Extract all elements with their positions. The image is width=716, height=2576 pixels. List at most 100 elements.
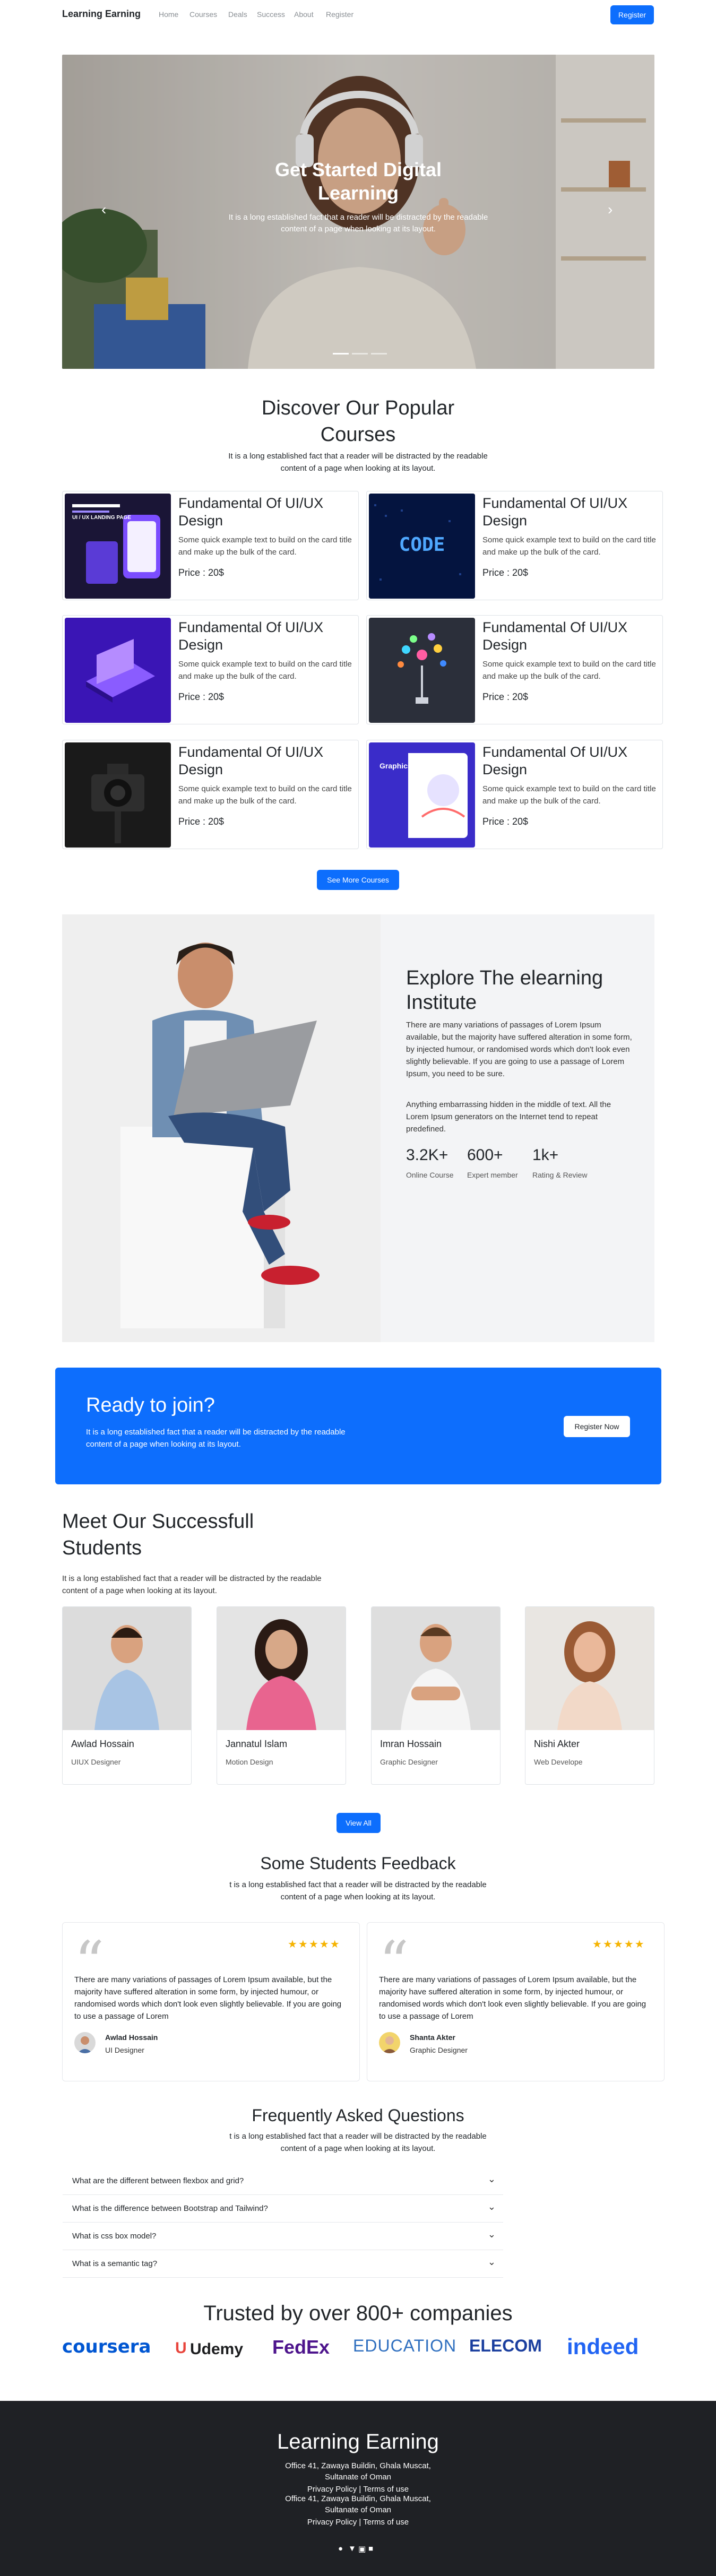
avatar: [379, 2032, 400, 2053]
indeed-logo: indeed: [567, 2334, 639, 2359]
course-card[interactable]: Fundamental Of UI/UX Design Some quick e…: [62, 615, 359, 724]
course-text: Some quick example text to build on the …: [178, 784, 352, 806]
footer-address-line-2: Sultanate of Oman: [324, 2473, 392, 2482]
nav-link-success[interactable]: Success: [257, 10, 285, 19]
student-card[interactable]: Imran Hossain Graphic Designer: [371, 1606, 501, 1785]
chevron-down-icon[interactable]: ⌄: [488, 2201, 496, 2212]
view-all-button[interactable]: View All: [337, 1813, 381, 1833]
faq-item[interactable]: What are the different between flexbox a…: [63, 2167, 503, 2195]
faq-item[interactable]: What is the difference between Bootstrap…: [63, 2195, 503, 2223]
explore-title: Explore The elearning Institute: [406, 967, 603, 1014]
feedback-role: UI Designer: [105, 2046, 144, 2054]
feedback-name: Shanta Akter: [410, 2033, 455, 2042]
facebook-icon[interactable]: ●: [338, 2544, 343, 2553]
courses-title: Discover Our Popular Courses: [0, 395, 716, 448]
cta-title: Ready to join?: [86, 1394, 215, 1416]
feedback-title: Some Students Feedback: [260, 1854, 456, 1873]
feedback-role: Graphic Designer: [410, 2046, 468, 2054]
brand-logo[interactable]: Learning Earning: [62, 8, 141, 20]
course-image: CODE: [369, 494, 475, 599]
course-price: Price : 20$: [178, 567, 225, 578]
coursera-logo: coursera: [62, 2336, 151, 2357]
stat-online-course-label: Online Course: [406, 1171, 454, 1179]
stat-rating-number: 1k+: [532, 1146, 559, 1164]
faq-title: Frequently Asked Questions: [252, 2106, 464, 2125]
feedback-subtitle: t is a long established fact that a read…: [0, 1879, 716, 1903]
student-photo: [217, 1607, 346, 1730]
student-role: UIUX Designer: [71, 1758, 121, 1766]
chevron-down-icon[interactable]: ⌄: [488, 2257, 496, 2268]
student-role: Graphic Designer: [380, 1758, 438, 1766]
course-text: Some quick example text to build on the …: [482, 784, 656, 806]
course-image-text: Graphics: [379, 762, 412, 770]
course-image-text: UI / UX LANDING PAGE: [72, 515, 131, 521]
chevron-down-icon[interactable]: ⌄: [488, 2229, 496, 2240]
carousel-indicator-1[interactable]: [333, 353, 349, 355]
education-logo: EDUCATION: [353, 2336, 457, 2355]
courses-subtitle-line-1: It is a long established fact that a rea…: [228, 452, 488, 461]
carousel-indicator-3[interactable]: [371, 353, 387, 355]
courses-title-line-1: Discover Our Popular: [261, 397, 455, 419]
nav-link-register[interactable]: Register: [326, 10, 353, 19]
feedback-text: There are many variations of passages of…: [74, 1975, 342, 2021]
twitter-icon[interactable]: ▼: [348, 2544, 356, 2553]
explore-image: [62, 914, 381, 1342]
course-price: Price : 20$: [178, 691, 225, 702]
student-card[interactable]: Jannatul Islam Motion Design: [217, 1606, 346, 1785]
chevron-down-icon[interactable]: ⌄: [488, 2174, 496, 2185]
hero-title-line-2: Learning: [317, 182, 399, 204]
register-now-button[interactable]: Register Now: [564, 1416, 630, 1437]
footer-address-line-1-repeat: Office 41, Zawaya Buildin, Ghala Muscat,: [285, 2494, 431, 2503]
nav-link-courses[interactable]: Courses: [189, 10, 217, 19]
cta-banner: Ready to join? It is a long established …: [55, 1368, 661, 1484]
course-card[interactable]: CODE Fundamental Of UI/UX Design Some qu…: [366, 491, 663, 600]
course-text: Some quick example text to build on the …: [482, 535, 656, 557]
courses-subtitle-line-2: content of a page when looking at its la…: [280, 464, 436, 473]
chevron-left-icon[interactable]: ‹: [101, 201, 106, 218]
stat-rating-label: Rating & Review: [532, 1171, 588, 1179]
stat-online-course-number: 3.2K+: [406, 1146, 448, 1164]
course-card[interactable]: Fundamental Of UI/UX Design Some quick e…: [366, 615, 663, 724]
avatar: [74, 2032, 96, 2053]
nav-link-home[interactable]: Home: [159, 10, 178, 19]
course-price: Price : 20$: [482, 816, 529, 827]
linkedin-icon[interactable]: ■: [368, 2544, 373, 2553]
faq-subtitle-line-2: content of a page when looking at its la…: [280, 2144, 436, 2153]
nav-link-about[interactable]: About: [294, 10, 314, 19]
carousel-indicator-2[interactable]: [352, 353, 368, 355]
course-card[interactable]: Fundamental Of UI/UX Design Some quick e…: [62, 740, 359, 849]
nav-link-deals[interactable]: Deals: [228, 10, 247, 19]
course-title: Fundamental Of UI/UX Design: [178, 619, 324, 653]
hero-title: Get Started Digital Learning: [62, 158, 654, 205]
student-photo: [372, 1607, 500, 1730]
hero-title-line-1: Get Started Digital: [274, 159, 442, 180]
student-card[interactable]: Nishi Akter Web Develope: [525, 1606, 654, 1785]
student-card[interactable]: Awlad Hossain UIUX Designer: [62, 1606, 192, 1785]
course-image: [369, 618, 475, 723]
faq-item[interactable]: What is css box model? ⌄: [63, 2223, 503, 2250]
chevron-right-icon[interactable]: ›: [608, 201, 613, 218]
footer-links-repeat[interactable]: Privacy Policy | Terms of use: [0, 2517, 716, 2528]
rating-stars-icon: ★★★★★: [288, 1939, 341, 1950]
student-name: Awlad Hossain: [71, 1739, 134, 1749]
faq-item[interactable]: What is a semantic tag? ⌄: [63, 2250, 503, 2278]
course-title: Fundamental Of UI/UX Design: [482, 744, 628, 777]
student-name: Jannatul Islam: [226, 1739, 288, 1749]
instagram-icon[interactable]: ▣: [358, 2544, 366, 2554]
elecom-logo: ELECOM: [469, 2336, 542, 2355]
feedback-card: “ ★★★★★ There are many variations of pas…: [367, 1922, 665, 2081]
trusted-title: Trusted by over 800+ companies: [203, 2302, 513, 2325]
course-card[interactable]: Graphics Fundamental Of UI/UX Design Som…: [366, 740, 663, 849]
explore-paragraph-2: Anything embarrassing hidden in the midd…: [406, 1100, 611, 1134]
course-title: Fundamental Of UI/UX Design: [482, 619, 628, 653]
explore-paragraph-1: There are many variations of passages of…: [406, 1021, 632, 1078]
register-button[interactable]: Register: [610, 5, 654, 24]
footer-address-line-1: Office 41, Zawaya Buildin, Ghala Muscat,: [285, 2461, 431, 2470]
course-text: Some quick example text to build on the …: [178, 660, 352, 681]
faq-subtitle-line-1: t is a long established fact that a read…: [229, 2132, 487, 2141]
course-image: Graphics: [369, 742, 475, 848]
course-card[interactable]: UI / UX LANDING PAGE Fundamental Of UI/U…: [62, 491, 359, 600]
see-more-courses-button[interactable]: See More Courses: [317, 870, 399, 890]
stat-expert-member-number: 600+: [467, 1146, 503, 1164]
faq-question: What is a semantic tag?: [72, 2259, 158, 2268]
